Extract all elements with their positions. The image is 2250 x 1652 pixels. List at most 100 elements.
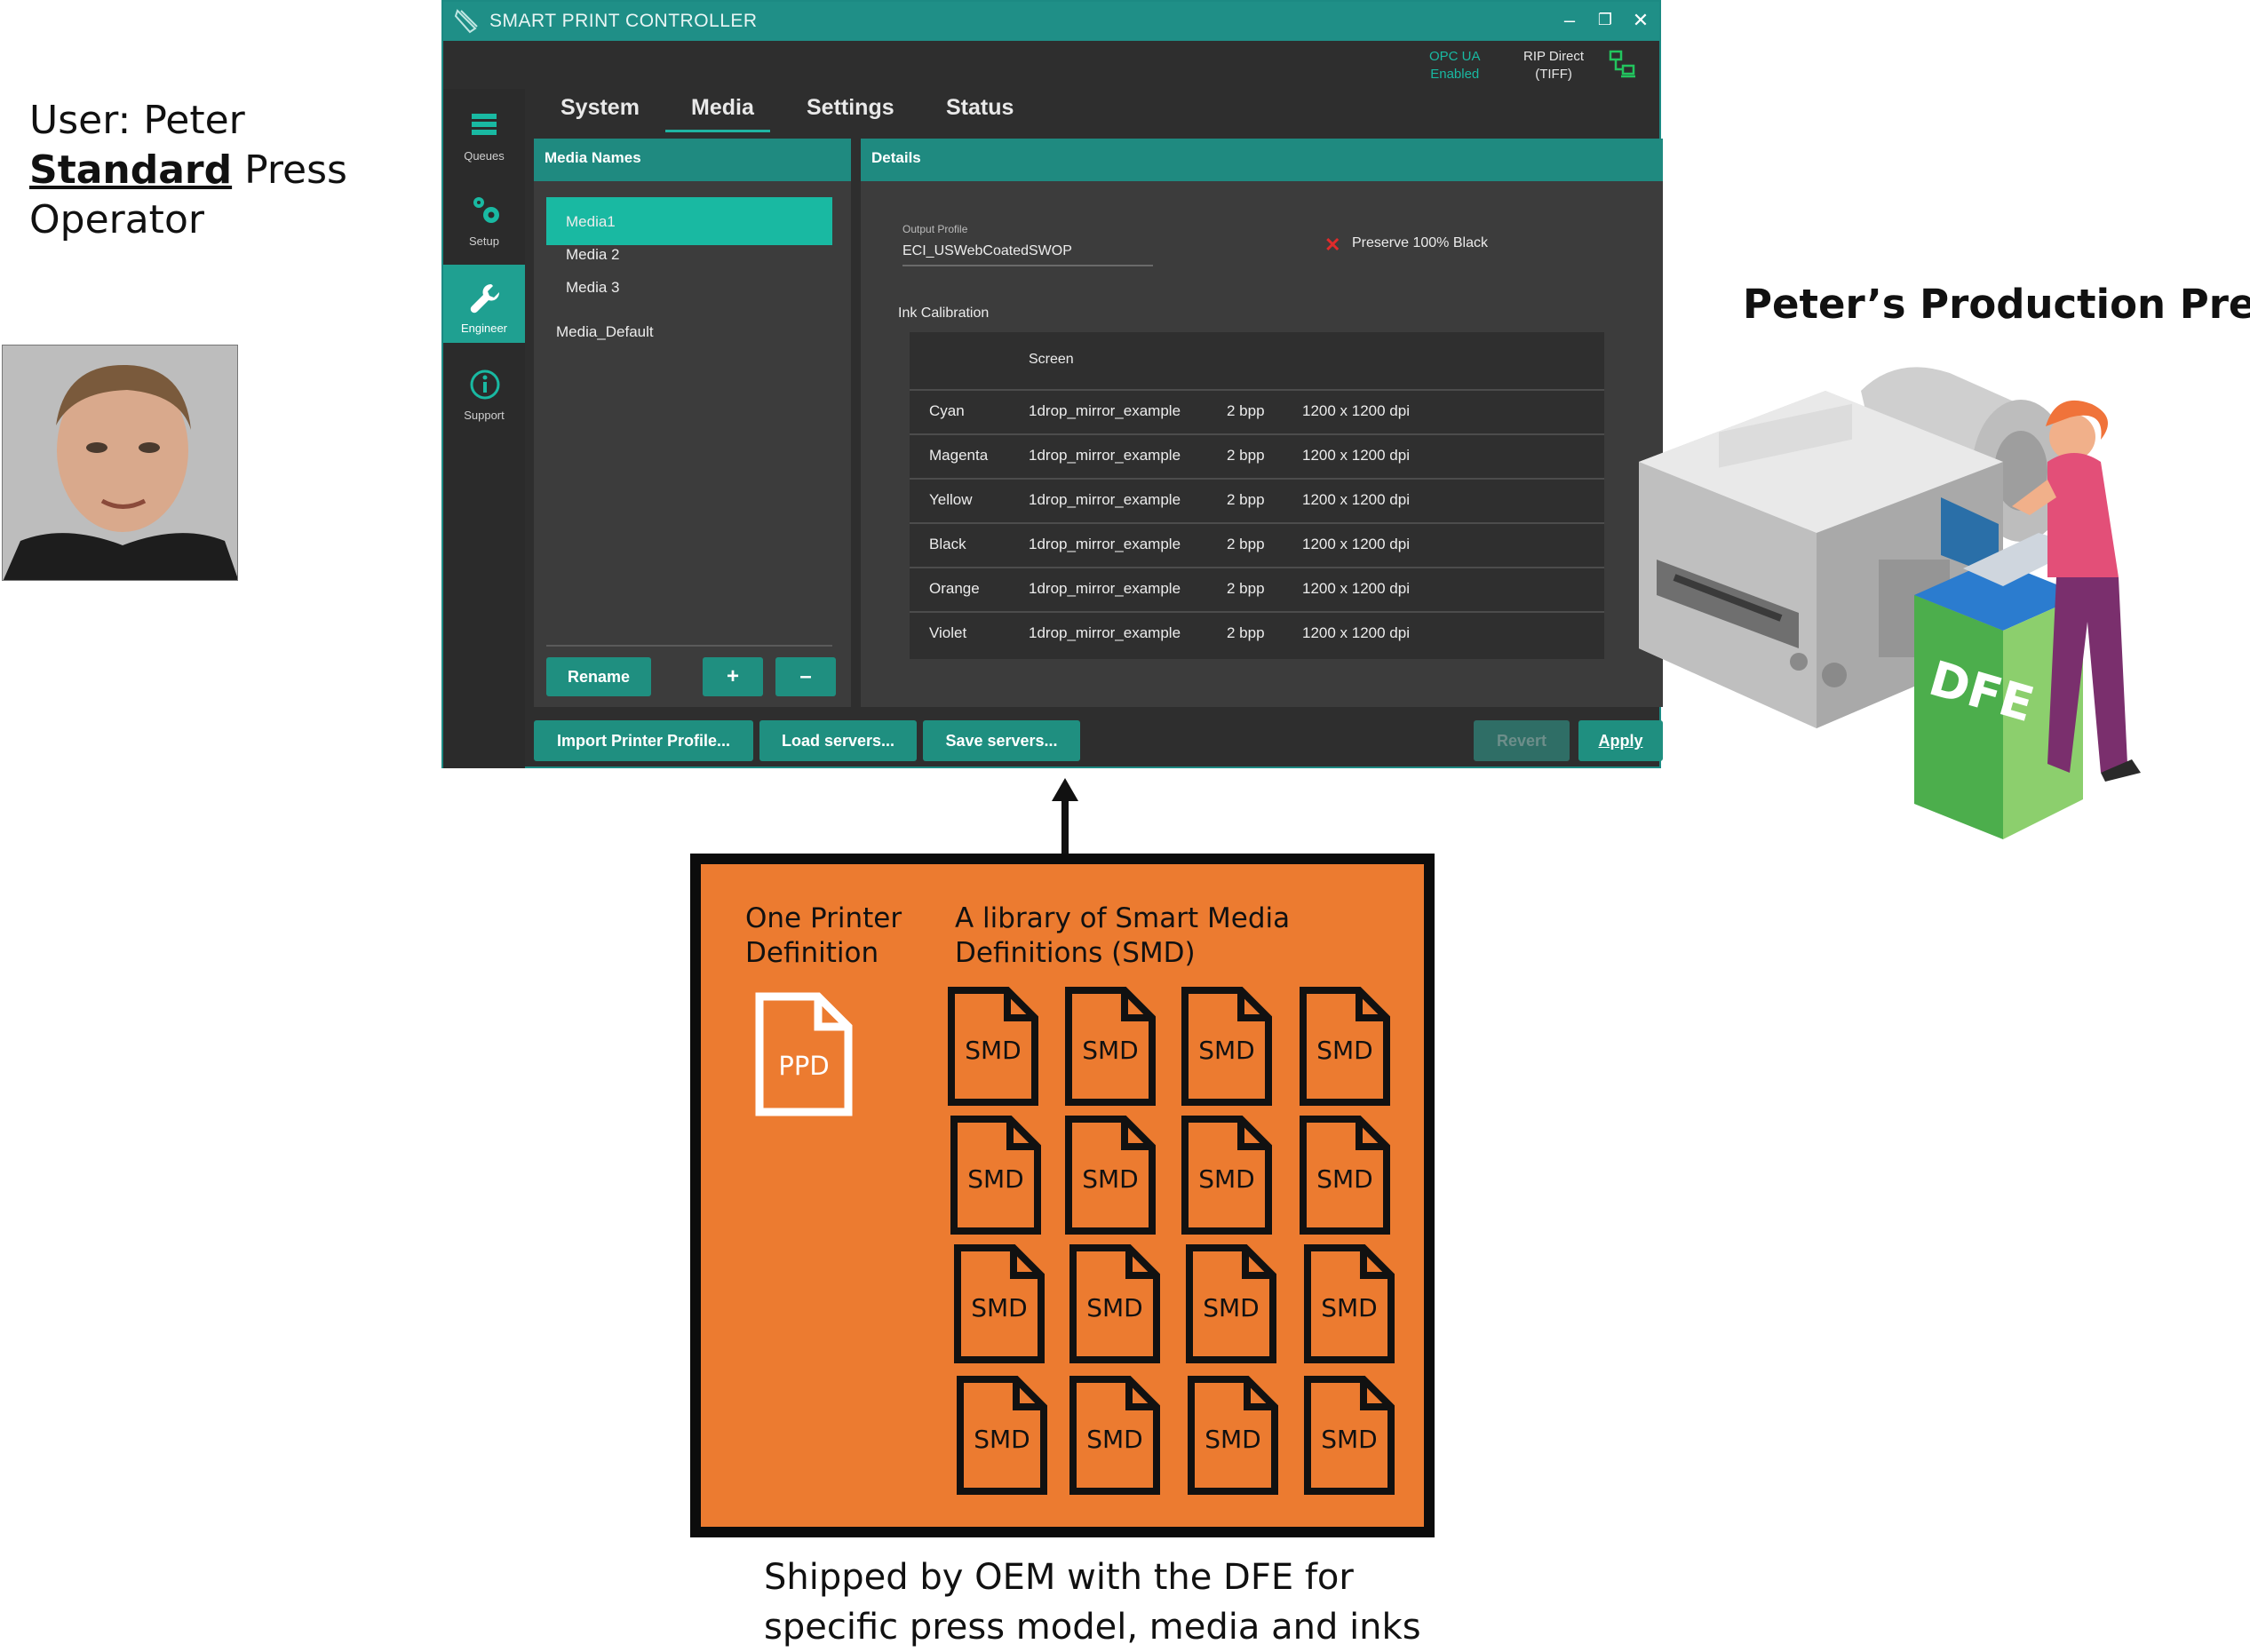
minimize-button[interactable]: – [1557, 9, 1582, 32]
rename-button[interactable]: Rename [546, 657, 651, 696]
tab-system[interactable]: System [561, 95, 640, 121]
smd-label: SMD [1316, 1036, 1373, 1065]
smd-label: SMD [974, 1425, 1030, 1454]
rip-status: RIP Direct (TIFF) [1523, 48, 1584, 83]
output-profile-label: Output Profile [902, 223, 968, 235]
maximize-button[interactable]: ❐ [1593, 11, 1618, 29]
sidebar-item-support[interactable]: Support [443, 352, 525, 430]
preserve-black-checkbox-x-icon[interactable]: ✕ [1324, 234, 1340, 257]
printer-definition-label: One Printer Definition [745, 901, 902, 971]
smd-file-icon: SMD [1064, 986, 1157, 1107]
table-row[interactable]: Cyan 1drop_mirror_example 2 bpp 1200 x 1200… [910, 389, 1604, 433]
info-icon [470, 369, 500, 400]
smd-library-line1: A library of Smart Media [955, 902, 1291, 934]
smd-file-icon: SMD [947, 986, 1039, 1107]
user-role-bold: Standard [29, 147, 233, 193]
tab-settings[interactable]: Settings [807, 95, 894, 121]
list-icon [472, 114, 497, 135]
smd-file-icon: SMD [1064, 1115, 1157, 1235]
media-item-label: Media1 [566, 213, 616, 230]
smd-library-label: A library of Smart Media Definitions (SM… [955, 901, 1290, 971]
smd-label: SMD [965, 1036, 1022, 1065]
screen-cell: 1drop_mirror_example [1029, 491, 1181, 508]
table-row[interactable]: Orange 1drop_mirror_example 2 bpp 1200 x 12… [910, 567, 1604, 611]
rip-status-line2: (TIFF) [1535, 67, 1572, 82]
rip-status-line1: RIP Direct [1523, 49, 1585, 64]
smd-file-icon: SMD [1181, 986, 1273, 1107]
output-profile-field[interactable]: ECI_USWebCoatedSWOP [902, 243, 1153, 266]
screen-column-header: Screen [1029, 352, 1074, 367]
smd-file-icon: SMD [1303, 1243, 1395, 1364]
smd-library-line2: Definitions (SMD) [955, 937, 1196, 969]
smd-label: SMD [1198, 1164, 1255, 1194]
resolution-cell: 1200 x 1200 dpi [1302, 580, 1410, 597]
remove-media-button[interactable]: – [775, 657, 836, 696]
gears-icon [473, 197, 499, 223]
media-names-heading: Media Names [534, 139, 851, 181]
tab-status[interactable]: Status [946, 95, 1014, 121]
user-avatar-photo [2, 345, 238, 581]
user-line-2: Standard Press [29, 146, 347, 195]
app-logo-icon [454, 9, 478, 34]
resolution-cell: 1200 x 1200 dpi [1302, 624, 1410, 641]
add-media-button[interactable]: + [703, 657, 763, 696]
sidebar-item-engineer[interactable]: Engineer [443, 265, 525, 343]
bpp-cell: 2 bpp [1227, 536, 1265, 552]
smd-file-icon: SMD [1303, 1375, 1395, 1496]
import-printer-profile-button[interactable]: Import Printer Profile... [534, 720, 753, 761]
media-item[interactable]: Media 3 [566, 279, 619, 297]
smd-library-box: One Printer Definition A library of Smar… [690, 854, 1435, 1537]
load-servers-button[interactable]: Load servers... [759, 720, 917, 761]
smd-file-icon: SMD [950, 1115, 1042, 1235]
title-bar: SMART PRINT CONTROLLER – ❐ ✕ [443, 2, 1659, 41]
opc-status-line1: OPC UA [1429, 49, 1481, 64]
close-button[interactable]: ✕ [1628, 9, 1653, 32]
table-row[interactable]: Yellow 1drop_mirror_example 2 bpp 1200 x 12… [910, 478, 1604, 522]
smd-file-icon: SMD [1185, 1243, 1277, 1364]
media-item-selected[interactable]: Media1 [546, 197, 832, 245]
screen-cell: 1drop_mirror_example [1029, 580, 1181, 597]
ink-name-cell: Yellow [929, 491, 973, 508]
resolution-cell: 1200 x 1200 dpi [1302, 447, 1410, 464]
smd-file-icon: SMD [953, 1243, 1045, 1364]
smd-label: SMD [1198, 1036, 1255, 1065]
ink-name-cell: Orange [929, 580, 980, 597]
active-tab-indicator [665, 130, 770, 132]
preserve-black-label: Preserve 100% Black [1352, 235, 1488, 250]
table-row[interactable]: Magenta 1drop_mirror_example 2 bpp 1200 x 1… [910, 433, 1604, 478]
revert-button[interactable]: Revert [1474, 720, 1570, 761]
network-icon[interactable] [1609, 50, 1637, 78]
user-role-rest: Press [232, 147, 347, 193]
sidebar: Queues Setup Engineer Support [443, 89, 525, 768]
smd-label: SMD [971, 1293, 1028, 1322]
sidebar-item-label: Engineer [460, 322, 508, 335]
smd-file-icon: SMD [1069, 1243, 1161, 1364]
smd-file-icon: SMD [1299, 986, 1391, 1107]
media-default-item[interactable]: Media_Default [556, 323, 654, 341]
smd-label: SMD [1086, 1425, 1143, 1454]
up-arrow-icon [1052, 778, 1078, 858]
table-row[interactable]: Black 1drop_mirror_example 2 bpp 1200 x 120… [910, 522, 1604, 567]
smd-label: SMD [1086, 1293, 1143, 1322]
resolution-cell: 1200 x 1200 dpi [1302, 491, 1410, 508]
ink-calibration-label: Ink Calibration [898, 306, 990, 321]
table-row[interactable]: Violet 1drop_mirror_example 2 bpp 1200 x 12… [910, 611, 1604, 655]
window-title: SMART PRINT CONTROLLER [489, 11, 758, 31]
ppd-label: PPD [778, 1051, 830, 1081]
media-item[interactable]: Media 2 [566, 246, 619, 264]
caption: Shipped by OEM with the DFE for specific… [764, 1553, 1421, 1652]
opc-status-line2: Enabled [1430, 67, 1480, 82]
sidebar-item-label: Setup [469, 234, 499, 248]
sidebar-item-label: Queues [464, 149, 505, 163]
sidebar-item-setup[interactable]: Setup [443, 178, 525, 256]
save-servers-button[interactable]: Save servers... [923, 720, 1080, 761]
smd-label: SMD [1082, 1036, 1139, 1065]
screen-cell: 1drop_mirror_example [1029, 624, 1181, 641]
smd-file-icon: SMD [1187, 1375, 1279, 1496]
tab-media[interactable]: Media [691, 95, 754, 121]
printer-definition-line2: Definition [745, 937, 879, 969]
ink-calibration-table: Screen Cyan 1drop_mirror_example 2 bpp 1200… [910, 332, 1604, 659]
user-info: User: Peter Standard Press Operator [29, 96, 347, 245]
details-heading: Details [861, 139, 1663, 181]
sidebar-item-queues[interactable]: Queues [443, 92, 525, 171]
